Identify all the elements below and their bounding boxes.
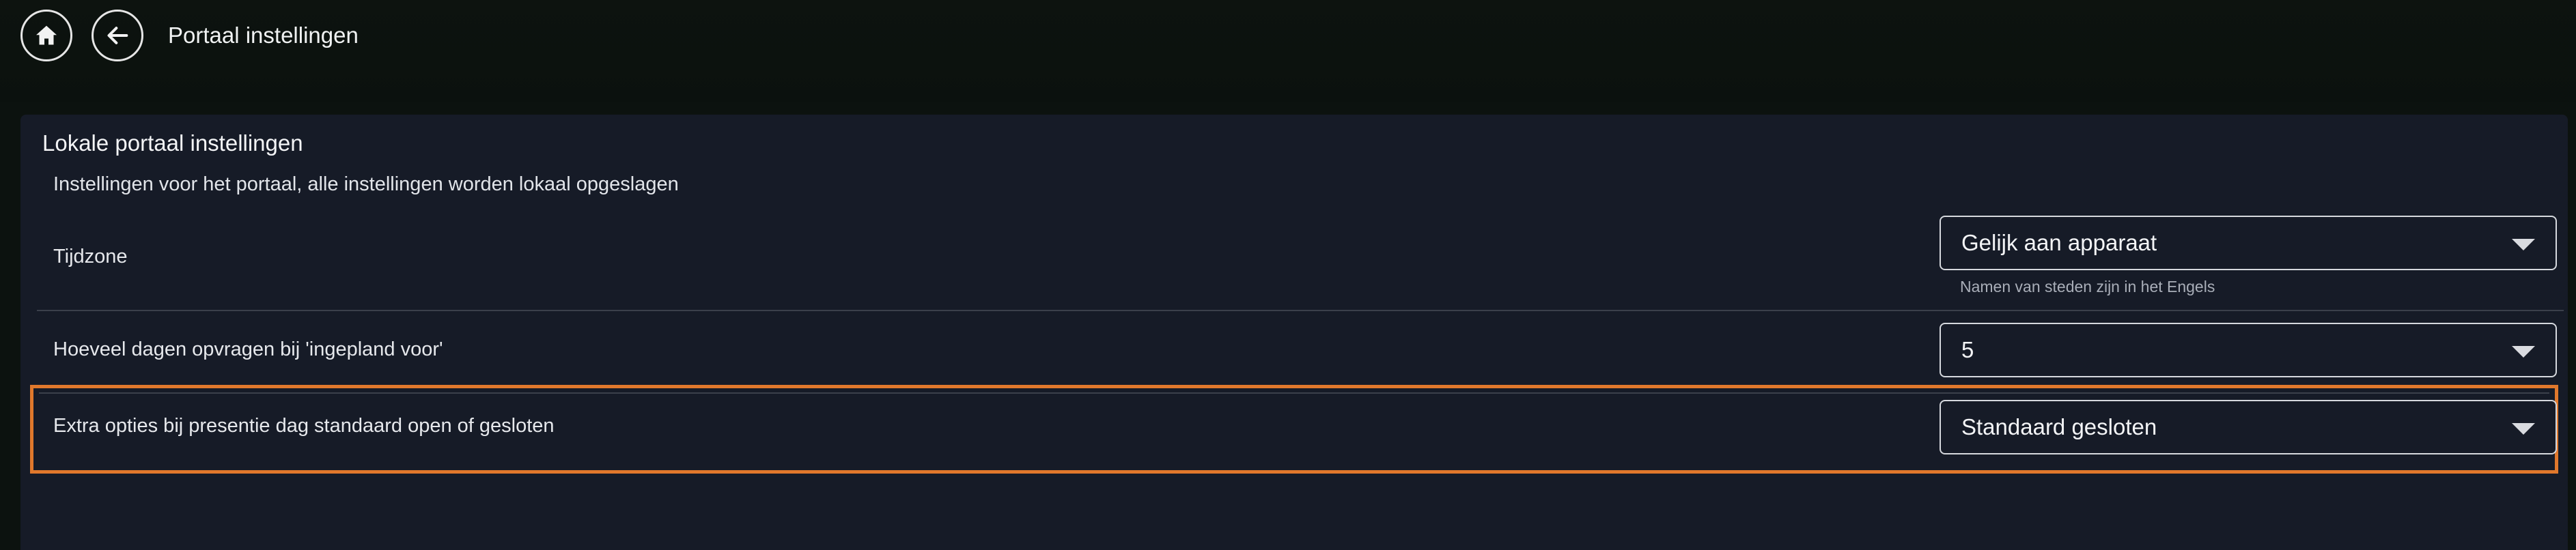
divider xyxy=(37,310,2564,311)
top-bar: Portaal instellingen xyxy=(0,0,2576,102)
home-icon xyxy=(36,25,57,45)
caret-down-icon xyxy=(2512,239,2535,250)
timezone-select[interactable]: Gelijk aan apparaat xyxy=(1940,216,2557,270)
home-button[interactable] xyxy=(20,10,72,61)
days-select-value: 5 xyxy=(1961,337,1974,362)
days-select[interactable]: 5 xyxy=(1940,323,2557,377)
presence-options-select-value: Standaard gesloten xyxy=(1961,414,2157,439)
page-title: Portaal instellingen xyxy=(168,23,359,48)
caret-down-icon xyxy=(2512,423,2535,435)
caret-down-icon xyxy=(2512,346,2535,358)
local-portal-settings-card: Lokale portaal instellingen Instellingen… xyxy=(20,115,2568,550)
timezone-helper-text: Namen van steden zijn in het Engels xyxy=(1960,278,2215,295)
presence-options-label: Extra opties bij presentie dag standaard… xyxy=(53,415,555,437)
presence-options-select[interactable]: Standaard gesloten xyxy=(1940,400,2557,454)
arrow-left-icon xyxy=(107,27,128,44)
timezone-label: Tijdzone xyxy=(53,246,128,267)
days-label: Hoeveel dagen opvragen bij 'ingepland vo… xyxy=(53,338,443,360)
card-description: Instellingen voor het portaal, alle inst… xyxy=(53,173,679,195)
card-title: Lokale portaal instellingen xyxy=(42,130,303,156)
timezone-select-value: Gelijk aan apparaat xyxy=(1961,230,2157,255)
back-button[interactable] xyxy=(92,10,143,61)
